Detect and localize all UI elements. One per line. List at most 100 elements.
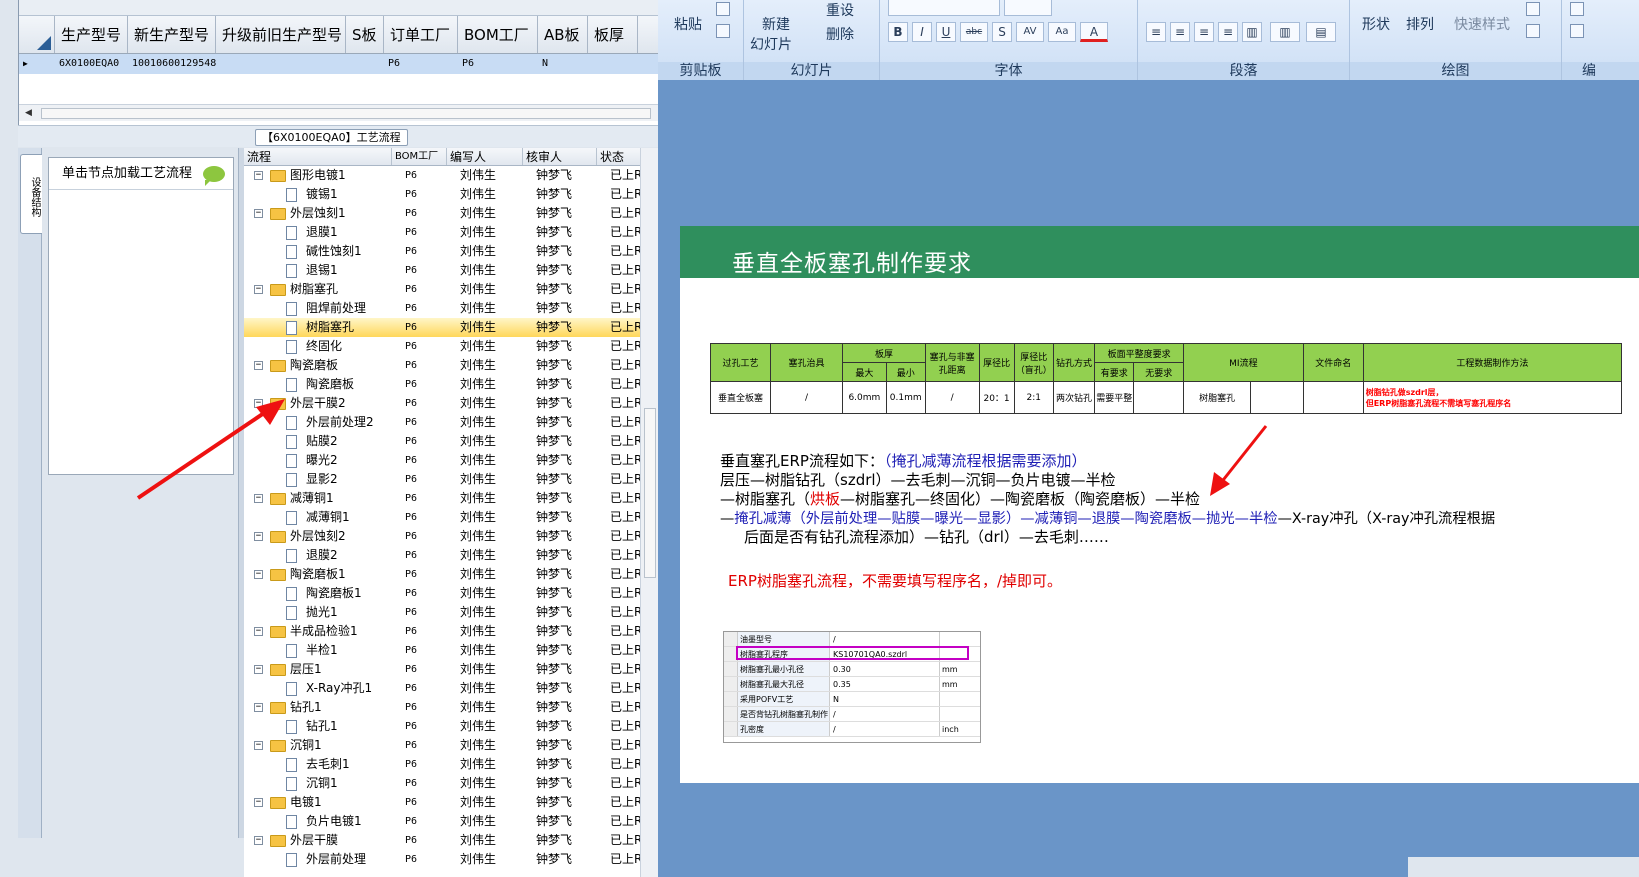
font-size-box[interactable] xyxy=(1004,0,1052,16)
tree-row[interactable]: 抛光1 P6 刘伟生 钟梦飞 已上R xyxy=(244,603,658,622)
shadow-button[interactable]: S xyxy=(992,22,1012,42)
table-row[interactable]: ▶ 6X0100EQA0 10010600129548 P6 P6 N xyxy=(19,54,658,74)
side-tab[interactable]: 设备结构 xyxy=(20,154,42,234)
replace-icon[interactable] xyxy=(1570,2,1584,16)
bold-button[interactable]: B xyxy=(888,22,908,42)
col-header[interactable]: S板 xyxy=(346,16,384,53)
col-header[interactable]: 板厚 xyxy=(588,16,638,53)
tree-row[interactable]: − 图形电镀1 P6 刘伟生 钟梦飞 已上R xyxy=(244,166,658,185)
strikethrough-button[interactable]: abc xyxy=(960,22,988,42)
tree-row[interactable]: 碱性蚀刻1 P6 刘伟生 钟梦飞 已上R xyxy=(244,242,658,261)
tree-row[interactable]: 终固化 P6 刘伟生 钟梦飞 已上R xyxy=(244,337,658,356)
col-header[interactable]: 流程 xyxy=(244,148,392,165)
tree-row[interactable]: 沉铜1 P6 刘伟生 钟梦飞 已上R xyxy=(244,774,658,793)
tree-row[interactable]: − 外层蚀刻1 P6 刘伟生 钟梦飞 已上R xyxy=(244,204,658,223)
select-icon[interactable] xyxy=(1570,24,1584,38)
columns-icon[interactable]: ▥ xyxy=(1270,22,1300,42)
collapse-icon[interactable]: − xyxy=(254,627,263,636)
font-name-box[interactable] xyxy=(888,0,1000,16)
tree-row[interactable]: 显影2 P6 刘伟生 钟梦飞 已上R xyxy=(244,470,658,489)
col-header[interactable]: BOM工厂 xyxy=(458,16,538,53)
delete-button[interactable]: 删除 xyxy=(826,24,854,44)
scroll-left-icon[interactable]: ◀ xyxy=(25,108,32,118)
reset-button[interactable]: 重设 xyxy=(826,0,854,20)
shape-fill-icon[interactable] xyxy=(1526,2,1540,16)
distribute-icon[interactable]: ▥ xyxy=(1242,22,1262,42)
collapse-icon[interactable]: − xyxy=(254,209,263,218)
col-header[interactable]: BOM工厂 xyxy=(392,148,447,165)
col-header[interactable]: 订单工厂 xyxy=(384,16,458,53)
tree-row[interactable]: − 电镀1 P6 刘伟生 钟梦飞 已上R xyxy=(244,793,658,812)
tree-row[interactable]: 退膜1 P6 刘伟生 钟梦飞 已上R xyxy=(244,223,658,242)
font-color-button[interactable]: A xyxy=(1080,22,1108,42)
collapse-icon[interactable]: − xyxy=(254,798,263,807)
shape-outline-icon[interactable] xyxy=(1526,24,1540,38)
tree-row[interactable]: 减薄铜1 P6 刘伟生 钟梦飞 已上R xyxy=(244,508,658,527)
paste-button[interactable]: 粘贴 xyxy=(674,14,702,34)
tree-row[interactable]: X-Ray冲孔1 P6 刘伟生 钟梦飞 已上R xyxy=(244,679,658,698)
align-center-icon[interactable]: ≡ xyxy=(1170,22,1190,42)
scroll-thumb[interactable] xyxy=(41,108,651,119)
new-slide-button[interactable]: 新建 xyxy=(762,14,790,34)
tree-row[interactable]: − 减薄铜1 P6 刘伟生 钟梦飞 已上R xyxy=(244,489,658,508)
horizontal-scrollbar[interactable]: ◀ xyxy=(19,104,658,121)
align-right-icon[interactable]: ≡ xyxy=(1194,22,1214,42)
tree-row[interactable]: 钻孔1 P6 刘伟生 钟梦飞 已上R xyxy=(244,717,658,736)
shape-button[interactable]: 形状 xyxy=(1362,14,1390,34)
tree-row[interactable]: 陶瓷磨板 P6 刘伟生 钟梦飞 已上R xyxy=(244,375,658,394)
tree-row[interactable]: 陶瓷磨板1 P6 刘伟生 钟梦飞 已上R xyxy=(244,584,658,603)
collapse-icon[interactable]: − xyxy=(254,703,263,712)
format-painter-icon[interactable] xyxy=(716,24,730,38)
tree-row[interactable]: 贴膜2 P6 刘伟生 钟梦飞 已上R xyxy=(244,432,658,451)
col-header[interactable]: 核审人 xyxy=(523,148,597,165)
tree-row[interactable]: 镀锡1 P6 刘伟生 钟梦飞 已上R xyxy=(244,185,658,204)
speech-bubble-icon[interactable] xyxy=(203,166,225,186)
tree-row[interactable]: 半检1 P6 刘伟生 钟梦飞 已上R xyxy=(244,641,658,660)
align-text-icon[interactable]: ▤ xyxy=(1306,22,1336,42)
tree-row[interactable]: − 外层干膜 P6 刘伟生 钟梦飞 已上R xyxy=(244,831,658,850)
col-header[interactable]: 编写人 xyxy=(447,148,523,165)
slide[interactable]: 垂直全板塞孔制作要求 过孔工艺 塞孔治具 板厚 塞孔与非塞孔距离 厚径比 厚径比… xyxy=(680,226,1639,783)
tree-row[interactable]: − 外层干膜2 P6 刘伟生 钟梦飞 已上R xyxy=(244,394,658,413)
tree-row[interactable]: − 外层蚀刻2 P6 刘伟生 钟梦飞 已上R xyxy=(244,527,658,546)
tree-row[interactable]: − 层压1 P6 刘伟生 钟梦飞 已上R xyxy=(244,660,658,679)
scroll-thumb[interactable] xyxy=(644,408,656,578)
tree-row[interactable]: − 钻孔1 P6 刘伟生 钟梦飞 已上R xyxy=(244,698,658,717)
arrange-button[interactable]: 排列 xyxy=(1406,14,1434,34)
new-slide-label[interactable]: 幻灯片 xyxy=(750,34,792,54)
char-spacing-button[interactable]: AV xyxy=(1016,22,1044,42)
tree-row[interactable]: 树脂塞孔 P6 刘伟生 钟梦飞 已上R xyxy=(244,318,658,337)
col-header[interactable]: 新生产型号 xyxy=(128,16,216,53)
tree-row[interactable]: 负片电镀1 P6 刘伟生 钟梦飞 已上R xyxy=(244,812,658,831)
col-header[interactable]: AB板 xyxy=(538,16,588,53)
tree-row[interactable]: − 树脂塞孔 P6 刘伟生 钟梦飞 已上R xyxy=(244,280,658,299)
tree-row[interactable]: 去毛刺1 P6 刘伟生 钟梦飞 已上R xyxy=(244,755,658,774)
underline-button[interactable]: U xyxy=(936,22,956,42)
collapse-icon[interactable]: − xyxy=(254,285,263,294)
tree-row[interactable]: − 陶瓷磨板 P6 刘伟生 钟梦飞 已上R xyxy=(244,356,658,375)
col-header[interactable]: 升级前旧生产型号 xyxy=(216,16,346,53)
tree-row[interactable]: 曝光2 P6 刘伟生 钟梦飞 已上R xyxy=(244,451,658,470)
tree-row[interactable]: − 沉铜1 P6 刘伟生 钟梦飞 已上R xyxy=(244,736,658,755)
copy-icon[interactable] xyxy=(716,2,730,16)
collapse-icon[interactable]: − xyxy=(254,741,263,750)
tree-row[interactable]: 阻焊前处理 P6 刘伟生 钟梦飞 已上R xyxy=(244,299,658,318)
tree-row[interactable]: 外层前处理2 P6 刘伟生 钟梦飞 已上R xyxy=(244,413,658,432)
collapse-icon[interactable]: − xyxy=(254,836,263,845)
collapse-icon[interactable]: − xyxy=(254,532,263,541)
collapse-icon[interactable]: − xyxy=(254,171,263,180)
grid-corner[interactable] xyxy=(19,16,55,53)
collapse-icon[interactable]: − xyxy=(254,361,263,370)
col-header[interactable]: 生产型号 xyxy=(55,16,128,53)
collapse-icon[interactable]: − xyxy=(254,570,263,579)
italic-button[interactable]: I xyxy=(912,22,932,42)
align-left-icon[interactable]: ≡ xyxy=(1146,22,1166,42)
collapse-icon[interactable]: − xyxy=(254,665,263,674)
justify-icon[interactable]: ≡ xyxy=(1218,22,1238,42)
tree-row[interactable]: 退膜2 P6 刘伟生 钟梦飞 已上R xyxy=(244,546,658,565)
tree-row[interactable]: 退锡1 P6 刘伟生 钟梦飞 已上R xyxy=(244,261,658,280)
vertical-scrollbar[interactable] xyxy=(640,148,658,877)
tree-row[interactable]: 外层前处理 P6 刘伟生 钟梦飞 已上R xyxy=(244,850,658,869)
change-case-button[interactable]: Aa xyxy=(1048,22,1076,42)
tree-row[interactable]: − 陶瓷磨板1 P6 刘伟生 钟梦飞 已上R xyxy=(244,565,658,584)
